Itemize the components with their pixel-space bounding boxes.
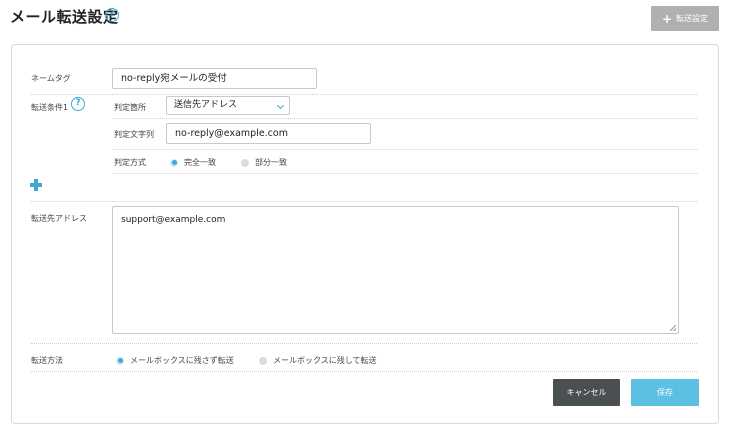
resize-handle-icon[interactable] [670, 325, 676, 331]
match-mode-partial-radio[interactable]: 部分一致 [241, 157, 287, 168]
match-mode-partial-label: 部分一致 [255, 158, 287, 167]
radio-unselected-icon [259, 356, 267, 365]
match-mode-exact-label: 完全一致 [184, 158, 216, 167]
target-select[interactable]: 送信先アドレス [166, 96, 290, 115]
condition-help-icon[interactable]: ? [71, 97, 85, 111]
plus-icon: + [661, 11, 673, 26]
chevron-down-icon [276, 101, 285, 110]
forward-method-keep-label: メールボックスに残して転送 [273, 356, 377, 365]
forward-address-textarea[interactable]: support@example.com [112, 206, 679, 334]
row-divider [31, 343, 697, 344]
target-select-value: 送信先アドレス [174, 100, 238, 110]
match-text-label: 判定文字列 [114, 130, 154, 139]
help-icon[interactable]: ? [105, 8, 119, 22]
add-forward-setting-button[interactable]: + 転送設定 [651, 6, 719, 31]
radio-unselected-icon [241, 158, 249, 167]
row-divider [31, 94, 697, 95]
save-button[interactable]: 保存 [631, 379, 699, 406]
condition-label: 転送条件1 [31, 103, 69, 112]
add-forward-setting-label: 転送設定 [676, 14, 709, 23]
row-divider [112, 149, 697, 150]
row-divider [31, 201, 697, 202]
row-divider [112, 173, 697, 174]
radio-selected-icon [170, 158, 178, 167]
page-title: メール転送設定 [10, 8, 119, 26]
match-mode-exact-radio[interactable]: 完全一致 [170, 157, 216, 168]
match-text-input[interactable]: no-reply@example.com [166, 123, 371, 144]
forward-method-keep-radio[interactable]: メールボックスに残して転送 [259, 355, 377, 366]
row-divider [112, 118, 697, 119]
forward-method-label: 転送方法 [31, 356, 63, 365]
forward-address-value: support@example.com [121, 215, 226, 225]
name-tag-label: ネームタグ [31, 74, 71, 83]
match-mode-label: 判定方式 [114, 158, 146, 167]
row-divider [31, 371, 697, 372]
add-condition-plus-icon[interactable] [30, 179, 42, 191]
forward-address-label: 転送先アドレス [31, 214, 87, 223]
target-label: 判定箇所 [114, 103, 146, 112]
forward-method-no-keep-label: メールボックスに残さず転送 [130, 356, 234, 365]
forward-method-no-keep-radio[interactable]: メールボックスに残さず転送 [116, 355, 234, 366]
radio-selected-icon [116, 356, 124, 365]
name-tag-input[interactable]: no-reply宛メールの受付 [112, 68, 317, 89]
cancel-button[interactable]: キャンセル [553, 379, 620, 406]
